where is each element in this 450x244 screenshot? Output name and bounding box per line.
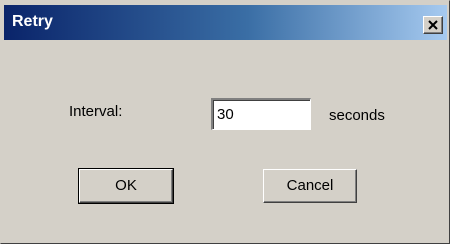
title-bar[interactable]: Retry <box>4 5 447 40</box>
seconds-label: seconds <box>329 107 385 124</box>
retry-dialog: Retry Interval: 30 seconds OK Cancel <box>0 0 450 244</box>
window-title: Retry <box>12 13 53 30</box>
interval-label: Interval: <box>69 103 123 120</box>
close-button[interactable] <box>423 16 443 34</box>
interval-input[interactable]: 30 <box>211 98 311 130</box>
close-icon <box>428 20 438 30</box>
ok-button[interactable]: OK <box>78 168 174 204</box>
cancel-button[interactable]: Cancel <box>263 169 357 203</box>
